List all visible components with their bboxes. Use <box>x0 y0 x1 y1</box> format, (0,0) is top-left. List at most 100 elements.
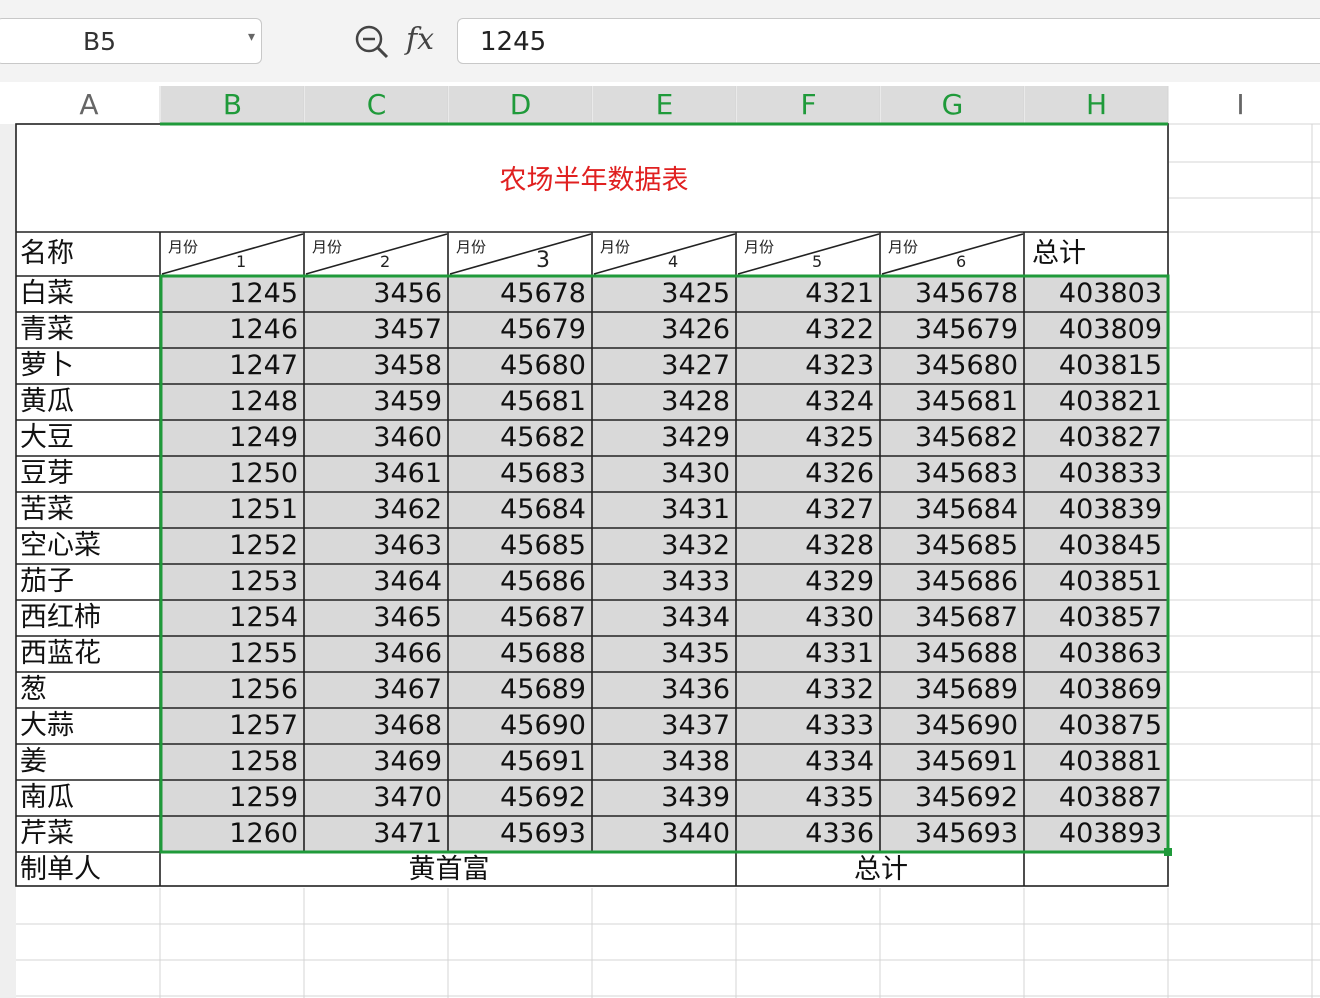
footer-total-value[interactable] <box>1026 852 1168 888</box>
month-value-cell[interactable]: 3440 <box>594 816 736 852</box>
row-total-cell[interactable]: 403821 <box>1026 384 1168 420</box>
month-value-cell[interactable]: 3429 <box>594 420 736 456</box>
month-value-cell[interactable]: 4324 <box>738 384 880 420</box>
month-value-cell[interactable]: 1250 <box>162 456 304 492</box>
row-name-cell[interactable]: 大豆 <box>20 420 160 456</box>
month-value-cell[interactable]: 4323 <box>738 348 880 384</box>
row-total-cell[interactable]: 403887 <box>1026 780 1168 816</box>
month-value-cell[interactable]: 45685 <box>450 528 592 564</box>
month-value-cell[interactable]: 45687 <box>450 600 592 636</box>
month-value-cell[interactable]: 1259 <box>162 780 304 816</box>
month-value-cell[interactable]: 3470 <box>306 780 448 816</box>
month-value-cell[interactable]: 345690 <box>882 708 1024 744</box>
month-value-cell[interactable]: 1260 <box>162 816 304 852</box>
row-name-cell[interactable]: 大蒜 <box>20 708 160 744</box>
row-name-cell[interactable]: 黄瓜 <box>20 384 160 420</box>
month-value-cell[interactable]: 345687 <box>882 600 1024 636</box>
month-value-cell[interactable]: 1245 <box>162 276 304 312</box>
month-value-cell[interactable]: 345691 <box>882 744 1024 780</box>
month-value-cell[interactable]: 3466 <box>306 636 448 672</box>
month-value-cell[interactable]: 4327 <box>738 492 880 528</box>
row-name-cell[interactable]: 空心菜 <box>20 528 160 564</box>
row-name-cell[interactable]: 西蓝花 <box>20 636 160 672</box>
row-name-cell[interactable]: 豆芽 <box>20 456 160 492</box>
month-value-cell[interactable]: 4334 <box>738 744 880 780</box>
month-value-cell[interactable]: 3468 <box>306 708 448 744</box>
month-value-cell[interactable]: 345689 <box>882 672 1024 708</box>
month-value-cell[interactable]: 1258 <box>162 744 304 780</box>
month-value-cell[interactable]: 3462 <box>306 492 448 528</box>
month-value-cell[interactable]: 3456 <box>306 276 448 312</box>
month-value-cell[interactable]: 345692 <box>882 780 1024 816</box>
month-value-cell[interactable]: 345693 <box>882 816 1024 852</box>
month-value-cell[interactable]: 3428 <box>594 384 736 420</box>
row-total-cell[interactable]: 403869 <box>1026 672 1168 708</box>
month-value-cell[interactable]: 4326 <box>738 456 880 492</box>
month-value-cell[interactable]: 1247 <box>162 348 304 384</box>
formula-input[interactable]: 1245 <box>457 18 1320 64</box>
month-value-cell[interactable]: 1253 <box>162 564 304 600</box>
month-value-cell[interactable]: 4328 <box>738 528 880 564</box>
month-value-cell[interactable]: 45691 <box>450 744 592 780</box>
month-value-cell[interactable]: 1248 <box>162 384 304 420</box>
row-total-cell[interactable]: 403851 <box>1026 564 1168 600</box>
month-value-cell[interactable]: 4335 <box>738 780 880 816</box>
month-value-cell[interactable]: 45682 <box>450 420 592 456</box>
month-value-cell[interactable]: 3437 <box>594 708 736 744</box>
month-value-cell[interactable]: 3460 <box>306 420 448 456</box>
month-value-cell[interactable]: 45692 <box>450 780 592 816</box>
month-value-cell[interactable]: 4322 <box>738 312 880 348</box>
row-total-cell[interactable]: 403857 <box>1026 600 1168 636</box>
footer-total-label[interactable]: 总计 <box>738 852 1024 888</box>
row-name-cell[interactable]: 葱 <box>20 672 160 708</box>
month-value-cell[interactable]: 3436 <box>594 672 736 708</box>
month-value-cell[interactable]: 345688 <box>882 636 1024 672</box>
month-value-cell[interactable]: 45679 <box>450 312 592 348</box>
month-value-cell[interactable]: 4330 <box>738 600 880 636</box>
row-total-cell[interactable]: 403815 <box>1026 348 1168 384</box>
month-value-cell[interactable]: 45690 <box>450 708 592 744</box>
row-name-cell[interactable]: 姜 <box>20 744 160 780</box>
month-value-cell[interactable]: 3435 <box>594 636 736 672</box>
maker-name[interactable]: 黄首富 <box>162 852 736 888</box>
month-value-cell[interactable]: 4332 <box>738 672 880 708</box>
month-value-cell[interactable]: 1251 <box>162 492 304 528</box>
month-value-cell[interactable]: 4329 <box>738 564 880 600</box>
row-name-cell[interactable]: 苦菜 <box>20 492 160 528</box>
chevron-down-icon[interactable]: ▾ <box>248 29 255 45</box>
month-value-cell[interactable]: 45689 <box>450 672 592 708</box>
row-name-cell[interactable]: 青菜 <box>20 312 160 348</box>
total-header[interactable]: 总计 <box>1032 236 1162 272</box>
month-value-cell[interactable]: 1257 <box>162 708 304 744</box>
month-value-cell[interactable]: 3430 <box>594 456 736 492</box>
row-total-cell[interactable]: 403833 <box>1026 456 1168 492</box>
month-value-cell[interactable]: 3439 <box>594 780 736 816</box>
month-value-cell[interactable]: 3467 <box>306 672 448 708</box>
row-total-cell[interactable]: 403839 <box>1026 492 1168 528</box>
month-value-cell[interactable]: 3461 <box>306 456 448 492</box>
row-total-cell[interactable]: 403893 <box>1026 816 1168 852</box>
month-value-cell[interactable]: 345681 <box>882 384 1024 420</box>
row-name-cell[interactable]: 西红柿 <box>20 600 160 636</box>
month-value-cell[interactable]: 4331 <box>738 636 880 672</box>
month-value-cell[interactable]: 4325 <box>738 420 880 456</box>
maker-label[interactable]: 制单人 <box>20 852 160 888</box>
month-value-cell[interactable]: 4333 <box>738 708 880 744</box>
row-total-cell[interactable]: 403863 <box>1026 636 1168 672</box>
month-value-cell[interactable]: 345678 <box>882 276 1024 312</box>
month-value-cell[interactable]: 45693 <box>450 816 592 852</box>
month-value-cell[interactable]: 345684 <box>882 492 1024 528</box>
month-value-cell[interactable]: 3465 <box>306 600 448 636</box>
month-value-cell[interactable]: 1246 <box>162 312 304 348</box>
month-value-cell[interactable]: 3425 <box>594 276 736 312</box>
month-value-cell[interactable]: 3438 <box>594 744 736 780</box>
row-total-cell[interactable]: 403881 <box>1026 744 1168 780</box>
row-name-cell[interactable]: 萝卜 <box>20 348 160 384</box>
month-value-cell[interactable]: 45680 <box>450 348 592 384</box>
month-value-cell[interactable]: 3427 <box>594 348 736 384</box>
month-value-cell[interactable]: 345679 <box>882 312 1024 348</box>
month-value-cell[interactable]: 3433 <box>594 564 736 600</box>
month-value-cell[interactable]: 3463 <box>306 528 448 564</box>
month-value-cell[interactable]: 45684 <box>450 492 592 528</box>
month-value-cell[interactable]: 45678 <box>450 276 592 312</box>
